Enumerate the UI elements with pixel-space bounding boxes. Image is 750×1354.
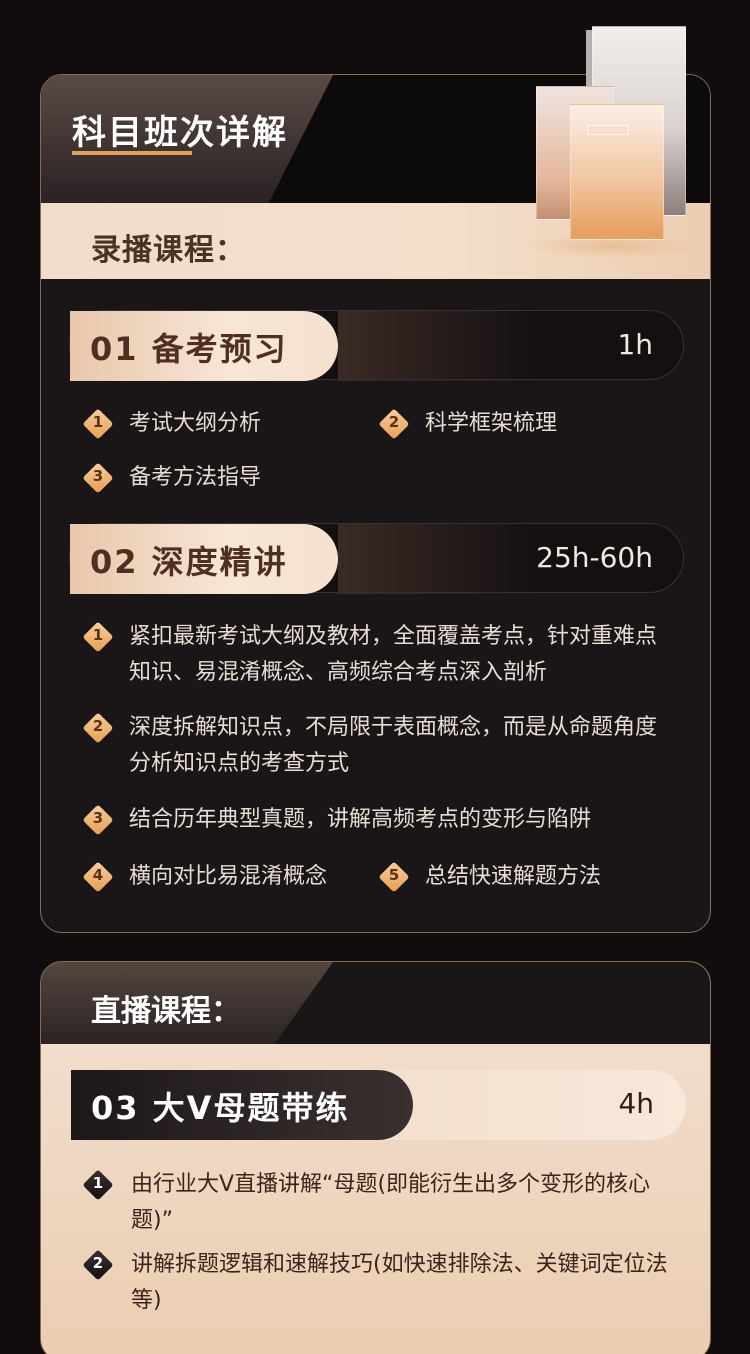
page-title: 科目班次详解	[72, 113, 288, 153]
module-hours: 4h	[618, 1087, 654, 1120]
list-item: 考试大纲分析	[129, 411, 262, 436]
live-course-card: 直播课程： 03 大V母题带练 4h 1 由行业大V直播讲解“母题(即能衍生出多…	[40, 961, 711, 1354]
live-section-label: 直播课程：	[91, 994, 241, 1029]
list-item: 由行业大V直播讲解“母题(即能衍生出多个变形的核心题)”	[131, 1172, 651, 1233]
list-item: 深度拆解知识点，不局限于表面概念，而是从命题角度分析知识点的考查方式	[129, 715, 658, 776]
module-title: 01 备考预习	[90, 330, 288, 368]
list-item: 备考方法指导	[129, 465, 262, 490]
module-hours: 1h	[617, 328, 653, 361]
list-item: 结合历年典型真题，讲解高频考点的变形与陷阱	[129, 807, 592, 832]
list-item: 科学框架梳理	[425, 411, 558, 436]
badge-number: 1	[92, 1174, 104, 1192]
module-header-01: 01 备考预习 1h	[69, 310, 684, 381]
box-glow-decor	[525, 234, 695, 258]
card-header: 直播课程：	[41, 962, 710, 1044]
badge-number: 2	[92, 717, 104, 735]
book-box-illustration	[570, 104, 664, 240]
list-item: 讲解拆题逻辑和速解技巧(如快速排除法、关键词定位法等)	[131, 1252, 668, 1313]
module-hours: 25h-60h	[536, 541, 653, 574]
badge-number: 3	[92, 467, 104, 485]
module-title: 03 大V母题带练	[91, 1089, 350, 1127]
pill-gradient-decor	[338, 311, 538, 381]
module-header-03: 03 大V母题带练 4h	[71, 1070, 686, 1140]
pill-gradient-decor	[338, 524, 538, 594]
list-item: 紧扣最新考试大纲及教材，全面覆盖考点，针对重难点知识、易混淆概念、高频综合考点深…	[129, 624, 658, 685]
module-tag: 03 大V母题带练	[71, 1070, 413, 1140]
list-item: 总结快速解题方法	[425, 864, 602, 889]
module-header-02: 02 深度精讲 25h-60h	[69, 523, 684, 594]
badge-number: 5	[388, 866, 400, 884]
title-underline	[72, 151, 192, 155]
badge-number: 3	[92, 809, 104, 827]
list-item: 横向对比易混淆概念	[129, 864, 328, 889]
badge-number: 2	[388, 413, 400, 431]
badge-number: 1	[92, 413, 104, 431]
module-tag: 01 备考预习	[70, 311, 338, 381]
badge-number: 4	[92, 866, 104, 884]
recorded-section-label: 录播课程：	[91, 233, 246, 268]
badge-number: 2	[92, 1254, 104, 1272]
module-tag: 02 深度精讲	[70, 524, 338, 594]
badge-number: 1	[92, 626, 104, 644]
module-title: 02 深度精讲	[90, 543, 288, 581]
